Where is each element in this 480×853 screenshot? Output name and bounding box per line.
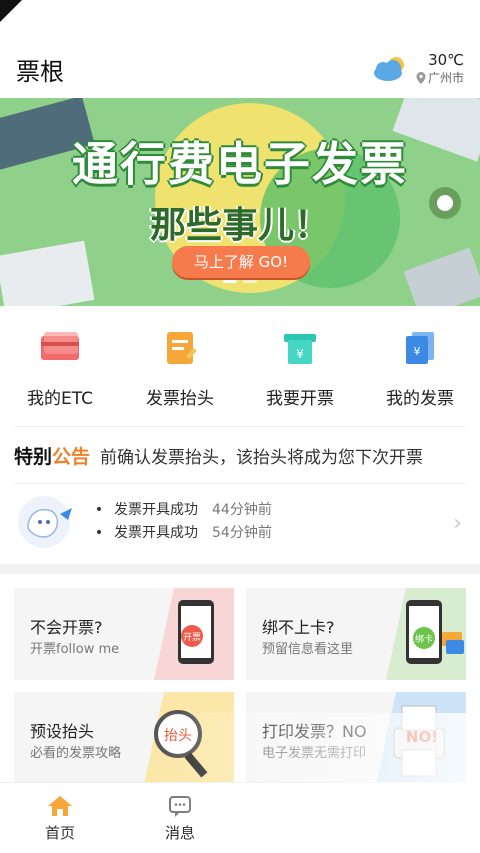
news-list: • 发票开具成功 44分钟前 • 发票开具成功 54分钟前	[92, 499, 272, 545]
quick-action-issue-invoice[interactable]: ¥ 我要开票	[240, 328, 360, 409]
card-badge: 抬头	[164, 728, 192, 744]
news-text: 发票开具成功	[114, 502, 198, 518]
quick-action-invoice-header[interactable]: 发票抬头	[120, 328, 240, 409]
announcement-tag: 特别公告	[14, 442, 90, 469]
news-text: 发票开具成功	[114, 525, 198, 541]
magnifier-illustration-icon: 抬头	[144, 692, 234, 784]
card-title: 打印发票？NO	[262, 722, 367, 741]
announcement-tag-part2: 公告	[52, 445, 91, 468]
bullet-icon: •	[94, 502, 104, 518]
card-subtitle: 预留信息看这里	[262, 642, 354, 657]
printer-illustration-icon: NO!	[376, 692, 466, 784]
card-subtitle: 开票follow me	[30, 642, 120, 657]
chevron-right-icon: ›	[453, 511, 462, 536]
announcement-text: 前确认发票抬头，该抬头将成为您下次开票	[100, 447, 424, 468]
news-time: 54分钟前	[212, 525, 272, 541]
weather-city: 广州市	[416, 69, 464, 87]
card-badge: NO!	[406, 728, 438, 746]
location-pin-icon	[416, 72, 426, 84]
card-title: 预设抬头	[30, 722, 95, 741]
news-time: 44分钟前	[212, 502, 272, 518]
news-item: • 发票开具成功 54分钟前	[92, 522, 272, 545]
home-icon	[48, 795, 72, 816]
guide-card-print-invoice[interactable]: 打印发票？NO 电子发票无需打印 NO!	[246, 692, 466, 784]
quick-actions: 我的ETC 发票抬头 ¥ 我要开票 ¥ 我的发票	[0, 328, 480, 409]
tab-home[interactable]: 首页	[0, 783, 120, 853]
corner-indicator	[0, 0, 22, 22]
card-title: 绑不上卡?	[262, 618, 335, 637]
quick-action-label: 我的发票	[386, 389, 454, 409]
app-title: 票根	[16, 57, 64, 86]
cloud-icon	[373, 57, 404, 81]
card-badge: 开票	[183, 632, 201, 643]
issue-invoice-icon: ¥	[284, 334, 316, 364]
weather-widget[interactable]: 30℃ 广州市	[370, 51, 464, 87]
quick-action-my-invoice[interactable]: ¥ 我的发票	[360, 328, 480, 409]
quick-action-my-etc[interactable]: 我的ETC	[0, 328, 120, 409]
bottom-tab-bar: 首页 消息	[0, 782, 480, 853]
guide-card-preset-header[interactable]: 预设抬头 必看的发票攻略 抬头	[14, 692, 234, 784]
news-mascot-icon	[18, 496, 72, 548]
announcement-tag-part1: 特别	[14, 445, 53, 468]
quick-action-label: 我的ETC	[27, 389, 93, 409]
phone-illustration-icon: 开票	[154, 588, 234, 680]
card-badge: 绑卡	[415, 633, 433, 645]
quick-action-label: 我要开票	[266, 389, 334, 409]
banner-title: 通行费电子发票	[72, 137, 408, 191]
carousel-dot	[243, 280, 257, 283]
etc-card-icon	[41, 332, 79, 360]
announcement-bar[interactable]: 特别公告 前确认发票抬头，该抬头将成为您下次开票	[14, 426, 466, 484]
card-subtitle: 电子发票无需打印	[262, 746, 367, 761]
banner-go-button[interactable]: 马上了解 GO!	[172, 246, 310, 278]
bullet-icon: •	[94, 525, 104, 541]
banner-subtitle: 那些事儿！	[149, 205, 330, 246]
guide-card-bind-card[interactable]: 绑不上卡? 预留信息看这里 绑卡	[246, 588, 466, 680]
weather-city-label: 广州市	[427, 71, 464, 85]
carousel-dot	[223, 280, 237, 283]
weather-temperature: 30℃	[428, 51, 464, 69]
tab-messages[interactable]: 消息	[120, 783, 240, 853]
section-divider	[0, 564, 480, 574]
svg-text:¥: ¥	[414, 345, 421, 358]
tab-label: 消息	[164, 823, 195, 842]
message-icon	[169, 795, 191, 817]
card-title: 不会开票?	[30, 618, 103, 637]
carousel-indicator	[0, 280, 480, 283]
news-item: • 发票开具成功 44分钟前	[92, 499, 272, 522]
tab-label: 首页	[44, 823, 75, 842]
card-subtitle: 必看的发票攻略	[30, 746, 122, 761]
my-invoice-icon: ¥	[406, 332, 434, 364]
status-bar	[0, 0, 480, 40]
quick-action-label: 发票抬头	[146, 389, 214, 409]
app-header: 票根 30℃ 广州市	[0, 40, 480, 98]
svg-text:¥: ¥	[296, 347, 304, 361]
invoice-header-icon	[167, 332, 197, 364]
news-feed[interactable]: • 发票开具成功 44分钟前 • 发票开具成功 54分钟前 ›	[14, 483, 466, 561]
promo-banner[interactable]: 通行费电子发票 那些事儿！ 马上了解 GO!	[0, 98, 480, 306]
guide-card-how-to-invoice[interactable]: 不会开票? 开票follow me 开票	[14, 588, 234, 680]
guide-cards: 不会开票? 开票follow me 开票 绑不上卡? 预留信息看这里 绑卡 预设…	[14, 588, 466, 784]
phone-card-illustration-icon: 绑卡	[386, 588, 466, 680]
